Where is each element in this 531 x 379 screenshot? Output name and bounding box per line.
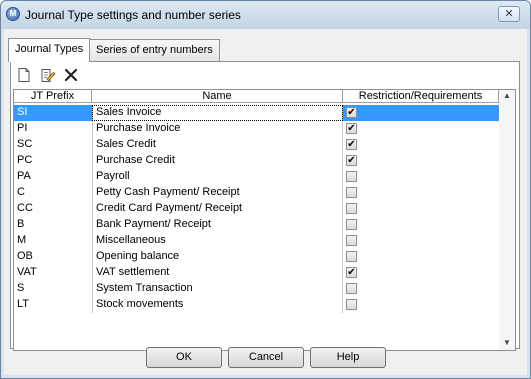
tab-series-of-entry-numbers[interactable]: Series of entry numbers <box>89 39 220 61</box>
table-row[interactable]: PC Purchase Credit ✔ <box>14 153 499 169</box>
checked-checkbox[interactable]: ✔ <box>346 155 357 166</box>
cell-restriction: ✔ <box>343 121 499 137</box>
cell-name[interactable]: Sales Credit <box>92 137 343 153</box>
cell-jt-prefix[interactable]: S <box>14 281 92 297</box>
cell-name[interactable]: VAT settlement <box>92 265 343 281</box>
checked-checkbox[interactable]: ✔ <box>346 107 357 118</box>
grid-header: JT Prefix Name Restriction/Requirements <box>14 90 499 103</box>
table-row[interactable]: S System Transaction <box>14 281 499 297</box>
vertical-scrollbar[interactable]: ▲ ▼ <box>499 90 515 350</box>
unchecked-checkbox[interactable] <box>346 187 357 198</box>
table-row[interactable]: PA Payroll <box>14 169 499 185</box>
cell-name[interactable]: Opening balance <box>92 249 343 265</box>
table-row[interactable]: CC Credit Card Payment/ Receipt <box>14 201 499 217</box>
unchecked-checkbox[interactable] <box>346 299 357 310</box>
table-row[interactable]: VAT VAT settlement ✔ <box>14 265 499 281</box>
table-row[interactable]: PI Purchase Invoice ✔ <box>14 121 499 137</box>
table-row[interactable]: SC Sales Credit ✔ <box>14 137 499 153</box>
cell-name[interactable]: Payroll <box>92 169 343 185</box>
cell-restriction <box>343 233 499 249</box>
cell-restriction: ✔ <box>343 265 499 281</box>
cell-name[interactable]: Bank Payment/ Receipt <box>92 217 343 233</box>
cell-restriction <box>343 281 499 297</box>
delete-icon[interactable] <box>63 67 79 83</box>
title-bar[interactable]: M Journal Type settings and number serie… <box>1 1 530 29</box>
help-button[interactable]: Help <box>310 347 386 368</box>
unchecked-checkbox[interactable] <box>346 171 357 182</box>
cell-jt-prefix[interactable]: LT <box>14 297 92 313</box>
unchecked-checkbox[interactable] <box>346 283 357 294</box>
dialog-window: M Journal Type settings and number serie… <box>0 0 531 379</box>
cell-jt-prefix[interactable]: SC <box>14 137 92 153</box>
cell-restriction <box>343 249 499 265</box>
table-row[interactable]: LT Stock movements <box>14 297 499 313</box>
table-row[interactable]: M Miscellaneous <box>14 233 499 249</box>
cell-jt-prefix[interactable]: SI <box>14 105 92 121</box>
cell-restriction <box>343 185 499 201</box>
new-document-icon[interactable] <box>16 67 32 83</box>
cell-jt-prefix[interactable]: PI <box>14 121 92 137</box>
cell-restriction <box>343 201 499 217</box>
cell-restriction: ✔ <box>343 105 499 121</box>
cell-jt-prefix[interactable]: VAT <box>14 265 92 281</box>
cell-name[interactable]: Sales Invoice <box>92 105 343 121</box>
tab-journal-types[interactable]: Journal Types <box>8 38 91 62</box>
unchecked-checkbox[interactable] <box>346 219 357 230</box>
dialog-client-area: Journal Types Series of entry numbers JT… <box>4 29 527 375</box>
cell-name[interactable]: Petty Cash Payment/ Receipt <box>92 185 343 201</box>
cell-name[interactable]: Stock movements <box>92 297 343 313</box>
cell-name[interactable]: Purchase Credit <box>92 153 343 169</box>
window-title: Journal Type settings and number series <box>25 8 241 22</box>
cell-name[interactable]: System Transaction <box>92 281 343 297</box>
journal-types-grid: JT Prefix Name Restriction/Requirements … <box>13 89 516 351</box>
unchecked-checkbox[interactable] <box>346 203 357 214</box>
cell-jt-prefix[interactable]: OB <box>14 249 92 265</box>
cell-restriction: ✔ <box>343 137 499 153</box>
checked-checkbox[interactable]: ✔ <box>346 267 357 278</box>
table-row[interactable]: B Bank Payment/ Receipt <box>14 217 499 233</box>
table-row[interactable]: OB Opening balance <box>14 249 499 265</box>
edit-document-icon[interactable] <box>40 67 56 83</box>
cell-jt-prefix[interactable]: CC <box>14 201 92 217</box>
cell-jt-prefix[interactable]: B <box>14 217 92 233</box>
checked-checkbox[interactable]: ✔ <box>346 123 357 134</box>
cell-restriction <box>343 297 499 313</box>
cell-restriction: ✔ <box>343 153 499 169</box>
ok-button[interactable]: OK <box>146 347 222 368</box>
cell-jt-prefix[interactable]: M <box>14 233 92 249</box>
cell-jt-prefix[interactable]: C <box>14 185 92 201</box>
table-row[interactable]: SI Sales Invoice ✔ <box>14 105 499 121</box>
column-header-jt-prefix[interactable]: JT Prefix <box>14 90 92 103</box>
column-header-restriction[interactable]: Restriction/Requirements <box>343 90 499 103</box>
cell-name[interactable]: Miscellaneous <box>92 233 343 249</box>
cell-jt-prefix[interactable]: PC <box>14 153 92 169</box>
scroll-up-icon[interactable]: ▲ <box>503 92 511 100</box>
checked-checkbox[interactable]: ✔ <box>346 139 357 150</box>
cell-restriction <box>343 169 499 185</box>
cancel-button[interactable]: Cancel <box>228 347 304 368</box>
scroll-down-icon[interactable]: ▼ <box>503 339 511 347</box>
column-header-name[interactable]: Name <box>92 90 343 103</box>
cell-name[interactable]: Purchase Invoice <box>92 121 343 137</box>
unchecked-checkbox[interactable] <box>346 235 357 246</box>
cell-jt-prefix[interactable]: PA <box>14 169 92 185</box>
table-row[interactable]: C Petty Cash Payment/ Receipt <box>14 185 499 201</box>
cell-name[interactable]: Credit Card Payment/ Receipt <box>92 201 343 217</box>
cell-restriction <box>343 217 499 233</box>
app-icon: M <box>6 7 20 21</box>
unchecked-checkbox[interactable] <box>346 251 357 262</box>
close-button[interactable]: ✕ <box>498 6 520 22</box>
